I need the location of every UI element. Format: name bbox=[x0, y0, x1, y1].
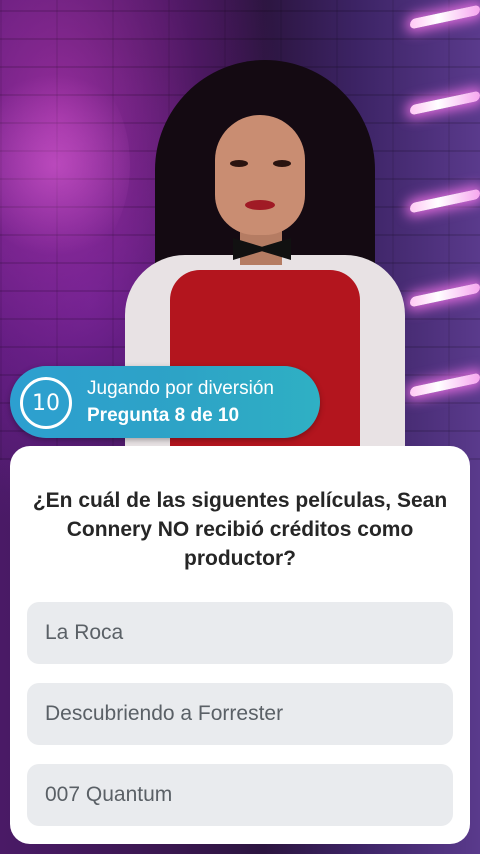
presenter-eye bbox=[273, 160, 291, 167]
answer-label: 007 Quantum bbox=[45, 783, 173, 806]
presenter-lips bbox=[245, 200, 275, 210]
answer-label: La Roca bbox=[45, 621, 124, 644]
question-card: ¿En cuál de las siguentes películas, Sea… bbox=[10, 446, 470, 844]
game-mode-label: Jugando por diversión bbox=[87, 378, 274, 399]
presenter-face bbox=[215, 115, 305, 235]
answer-option-3[interactable]: 007 Quantum bbox=[27, 764, 453, 826]
answer-option-1[interactable]: La Roca bbox=[27, 602, 453, 664]
answer-label: Descubriendo a Forrester bbox=[45, 702, 284, 725]
countdown-value: 10 bbox=[32, 390, 60, 416]
question-text: ¿En cuál de las siguentes películas, Sea… bbox=[32, 489, 448, 570]
presenter-eye bbox=[230, 160, 248, 167]
question-progress: Pregunta 8 de 10 bbox=[87, 405, 240, 426]
game-status-pill: 10 Jugando por diversión Pregunta 8 de 1… bbox=[10, 366, 320, 438]
countdown-timer: 10 bbox=[20, 377, 72, 429]
answer-option-2[interactable]: Descubriendo a Forrester bbox=[27, 683, 453, 745]
